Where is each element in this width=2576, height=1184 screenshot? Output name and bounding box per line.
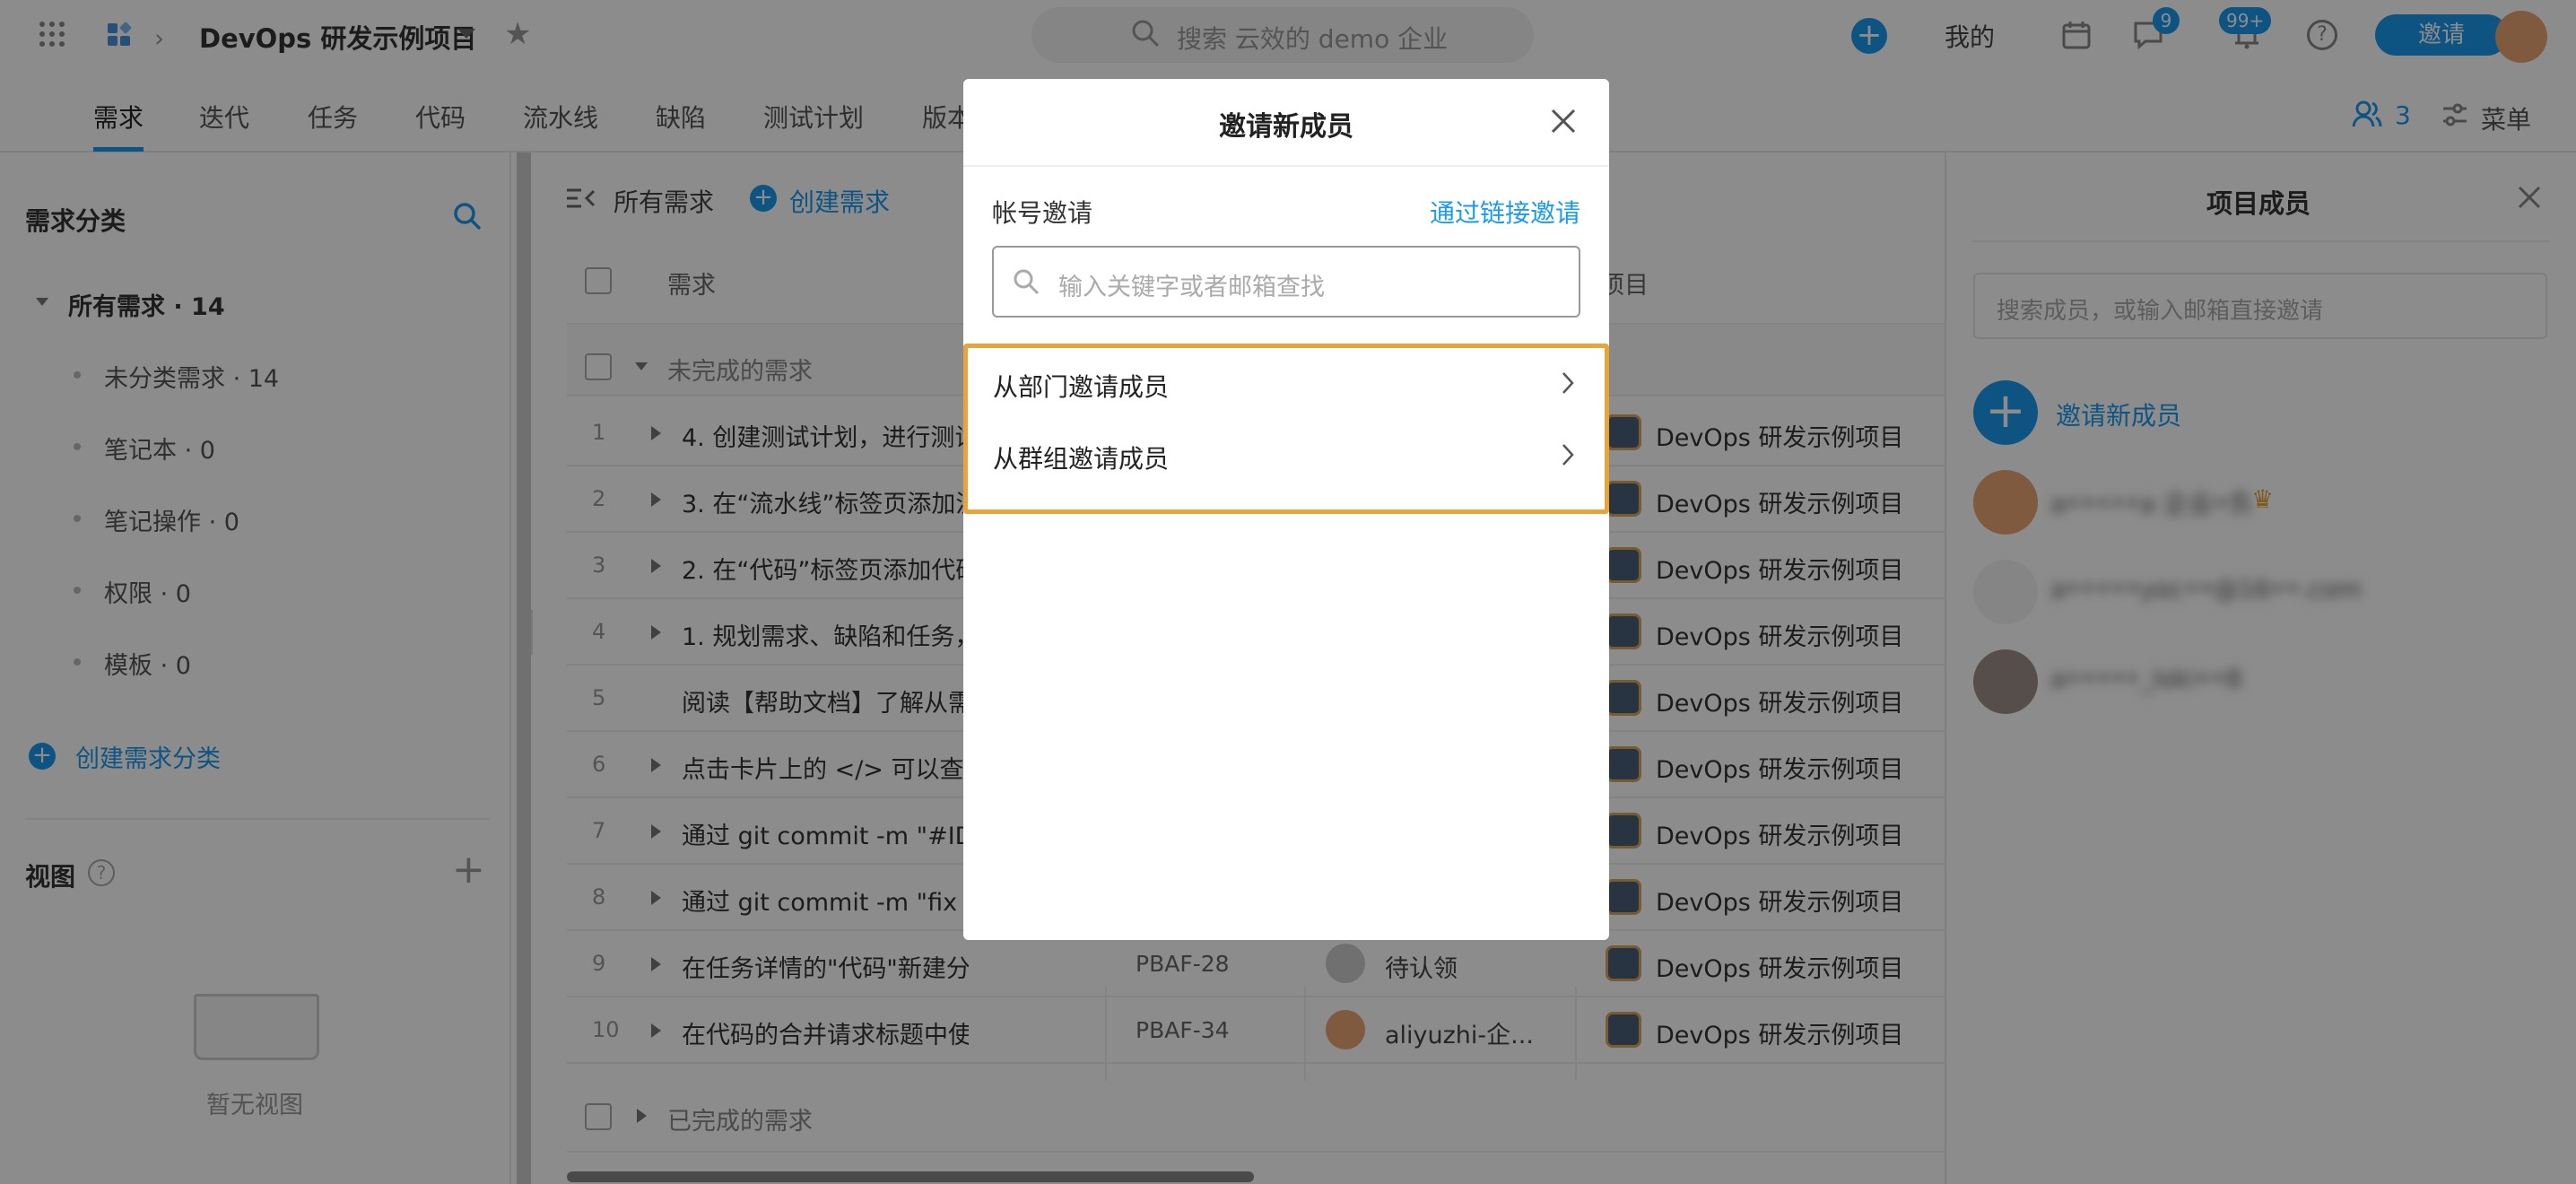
invite-from-department[interactable]: 从部门邀请成员 — [968, 348, 1605, 425]
chevron-right-icon — [1560, 370, 1576, 403]
chevron-right-icon — [1560, 441, 1576, 474]
link-invite-link[interactable]: 通过链接邀请 — [1430, 194, 1580, 230]
modal-header-divider — [963, 165, 1609, 167]
invite-search-placeholder: 输入关键字或者邮箱查找 — [1058, 274, 1325, 301]
account-invite-label: 帐号邀请 — [992, 198, 1093, 228]
invite-options: 从部门邀请成员 从群组邀请成员 — [963, 344, 1609, 514]
invite-from-group[interactable]: 从群组邀请成员 — [968, 422, 1605, 499]
close-icon[interactable] — [1550, 108, 1577, 141]
option-label: 从群组邀请成员 — [993, 444, 1170, 474]
option-label: 从部门邀请成员 — [993, 372, 1170, 402]
modal-title: 邀请新成员 — [1219, 111, 1353, 143]
search-icon — [1012, 267, 1040, 302]
invite-search-input[interactable]: 输入关键字或者邮箱查找 — [992, 246, 1580, 318]
